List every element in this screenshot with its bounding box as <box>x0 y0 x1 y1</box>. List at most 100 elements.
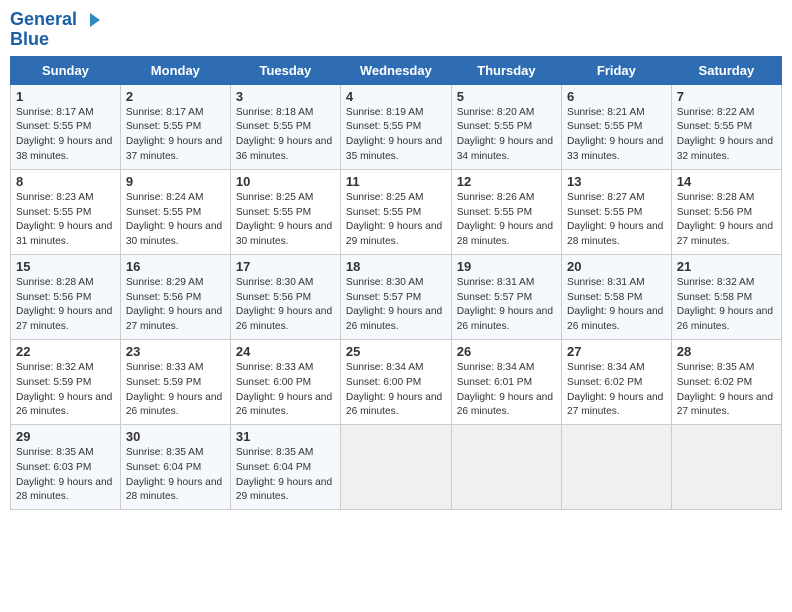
day-number: 25 <box>346 344 446 359</box>
day-info: Sunrise: 8:30 AMSunset: 5:57 PMDaylight:… <box>346 277 442 332</box>
weekday-wednesday: Wednesday <box>340 56 451 84</box>
weekday-monday: Monday <box>120 56 230 84</box>
calendar-cell: 14 Sunrise: 8:28 AMSunset: 5:56 PMDaylig… <box>671 169 781 254</box>
day-number: 27 <box>567 344 666 359</box>
calendar-cell: 23 Sunrise: 8:33 AMSunset: 5:59 PMDaylig… <box>120 339 230 424</box>
calendar-cell: 26 Sunrise: 8:34 AMSunset: 6:01 PMDaylig… <box>451 339 561 424</box>
calendar-cell: 10 Sunrise: 8:25 AMSunset: 5:55 PMDaylig… <box>230 169 340 254</box>
day-info: Sunrise: 8:30 AMSunset: 5:56 PMDaylight:… <box>236 277 332 332</box>
day-number: 31 <box>236 429 335 444</box>
calendar-cell <box>451 425 561 510</box>
day-info: Sunrise: 8:20 AMSunset: 5:55 PMDaylight:… <box>457 107 553 162</box>
calendar-cell: 20 Sunrise: 8:31 AMSunset: 5:58 PMDaylig… <box>562 254 672 339</box>
day-info: Sunrise: 8:28 AMSunset: 5:56 PMDaylight:… <box>16 277 112 332</box>
week-row-1: 1 Sunrise: 8:17 AMSunset: 5:55 PMDayligh… <box>11 84 782 169</box>
day-info: Sunrise: 8:23 AMSunset: 5:55 PMDaylight:… <box>16 192 112 247</box>
day-info: Sunrise: 8:35 AMSunset: 6:02 PMDaylight:… <box>677 362 773 417</box>
calendar-cell: 19 Sunrise: 8:31 AMSunset: 5:57 PMDaylig… <box>451 254 561 339</box>
day-number: 24 <box>236 344 335 359</box>
calendar-cell: 2 Sunrise: 8:17 AMSunset: 5:55 PMDayligh… <box>120 84 230 169</box>
weekday-friday: Friday <box>562 56 672 84</box>
day-number: 20 <box>567 259 666 274</box>
day-info: Sunrise: 8:19 AMSunset: 5:55 PMDaylight:… <box>346 107 442 162</box>
day-number: 5 <box>457 89 556 104</box>
weekday-header-row: SundayMondayTuesdayWednesdayThursdayFrid… <box>11 56 782 84</box>
day-number: 12 <box>457 174 556 189</box>
calendar-cell: 12 Sunrise: 8:26 AMSunset: 5:55 PMDaylig… <box>451 169 561 254</box>
week-row-5: 29 Sunrise: 8:35 AMSunset: 6:03 PMDaylig… <box>11 425 782 510</box>
day-number: 2 <box>126 89 225 104</box>
calendar-cell: 1 Sunrise: 8:17 AMSunset: 5:55 PMDayligh… <box>11 84 121 169</box>
logo: General Blue <box>10 10 102 50</box>
day-number: 6 <box>567 89 666 104</box>
day-info: Sunrise: 8:32 AMSunset: 5:59 PMDaylight:… <box>16 362 112 417</box>
day-info: Sunrise: 8:18 AMSunset: 5:55 PMDaylight:… <box>236 107 332 162</box>
day-number: 19 <box>457 259 556 274</box>
day-info: Sunrise: 8:35 AMSunset: 6:04 PMDaylight:… <box>236 447 332 502</box>
day-info: Sunrise: 8:34 AMSunset: 6:00 PMDaylight:… <box>346 362 442 417</box>
calendar-cell: 5 Sunrise: 8:20 AMSunset: 5:55 PMDayligh… <box>451 84 561 169</box>
calendar-cell: 11 Sunrise: 8:25 AMSunset: 5:55 PMDaylig… <box>340 169 451 254</box>
calendar-cell: 4 Sunrise: 8:19 AMSunset: 5:55 PMDayligh… <box>340 84 451 169</box>
day-number: 18 <box>346 259 446 274</box>
day-number: 26 <box>457 344 556 359</box>
day-info: Sunrise: 8:28 AMSunset: 5:56 PMDaylight:… <box>677 192 773 247</box>
calendar-cell: 16 Sunrise: 8:29 AMSunset: 5:56 PMDaylig… <box>120 254 230 339</box>
day-info: Sunrise: 8:25 AMSunset: 5:55 PMDaylight:… <box>346 192 442 247</box>
calendar-cell: 15 Sunrise: 8:28 AMSunset: 5:56 PMDaylig… <box>11 254 121 339</box>
day-number: 8 <box>16 174 115 189</box>
calendar-cell: 30 Sunrise: 8:35 AMSunset: 6:04 PMDaylig… <box>120 425 230 510</box>
day-number: 13 <box>567 174 666 189</box>
day-info: Sunrise: 8:29 AMSunset: 5:56 PMDaylight:… <box>126 277 222 332</box>
logo-blue: Blue <box>10 30 102 50</box>
day-info: Sunrise: 8:27 AMSunset: 5:55 PMDaylight:… <box>567 192 663 247</box>
day-number: 28 <box>677 344 776 359</box>
day-number: 4 <box>346 89 446 104</box>
calendar-cell: 25 Sunrise: 8:34 AMSunset: 6:00 PMDaylig… <box>340 339 451 424</box>
calendar-cell: 21 Sunrise: 8:32 AMSunset: 5:58 PMDaylig… <box>671 254 781 339</box>
calendar-cell: 22 Sunrise: 8:32 AMSunset: 5:59 PMDaylig… <box>11 339 121 424</box>
day-info: Sunrise: 8:26 AMSunset: 5:55 PMDaylight:… <box>457 192 553 247</box>
calendar-cell: 3 Sunrise: 8:18 AMSunset: 5:55 PMDayligh… <box>230 84 340 169</box>
calendar-cell: 9 Sunrise: 8:24 AMSunset: 5:55 PMDayligh… <box>120 169 230 254</box>
day-info: Sunrise: 8:22 AMSunset: 5:55 PMDaylight:… <box>677 107 773 162</box>
calendar-cell: 7 Sunrise: 8:22 AMSunset: 5:55 PMDayligh… <box>671 84 781 169</box>
day-number: 17 <box>236 259 335 274</box>
day-number: 3 <box>236 89 335 104</box>
calendar-cell <box>671 425 781 510</box>
day-number: 15 <box>16 259 115 274</box>
calendar-cell: 31 Sunrise: 8:35 AMSunset: 6:04 PMDaylig… <box>230 425 340 510</box>
day-info: Sunrise: 8:33 AMSunset: 5:59 PMDaylight:… <box>126 362 222 417</box>
calendar-cell: 24 Sunrise: 8:33 AMSunset: 6:00 PMDaylig… <box>230 339 340 424</box>
day-info: Sunrise: 8:24 AMSunset: 5:55 PMDaylight:… <box>126 192 222 247</box>
day-info: Sunrise: 8:33 AMSunset: 6:00 PMDaylight:… <box>236 362 332 417</box>
day-info: Sunrise: 8:17 AMSunset: 5:55 PMDaylight:… <box>126 107 222 162</box>
calendar-cell: 29 Sunrise: 8:35 AMSunset: 6:03 PMDaylig… <box>11 425 121 510</box>
day-number: 21 <box>677 259 776 274</box>
calendar-cell: 28 Sunrise: 8:35 AMSunset: 6:02 PMDaylig… <box>671 339 781 424</box>
day-info: Sunrise: 8:25 AMSunset: 5:55 PMDaylight:… <box>236 192 332 247</box>
day-info: Sunrise: 8:31 AMSunset: 5:57 PMDaylight:… <box>457 277 553 332</box>
calendar-cell: 6 Sunrise: 8:21 AMSunset: 5:55 PMDayligh… <box>562 84 672 169</box>
day-info: Sunrise: 8:21 AMSunset: 5:55 PMDaylight:… <box>567 107 663 162</box>
day-number: 22 <box>16 344 115 359</box>
day-number: 29 <box>16 429 115 444</box>
weekday-tuesday: Tuesday <box>230 56 340 84</box>
day-info: Sunrise: 8:31 AMSunset: 5:58 PMDaylight:… <box>567 277 663 332</box>
day-number: 9 <box>126 174 225 189</box>
day-number: 23 <box>126 344 225 359</box>
day-info: Sunrise: 8:34 AMSunset: 6:02 PMDaylight:… <box>567 362 663 417</box>
day-number: 7 <box>677 89 776 104</box>
calendar-cell: 8 Sunrise: 8:23 AMSunset: 5:55 PMDayligh… <box>11 169 121 254</box>
day-number: 30 <box>126 429 225 444</box>
day-info: Sunrise: 8:35 AMSunset: 6:03 PMDaylight:… <box>16 447 112 502</box>
day-number: 1 <box>16 89 115 104</box>
calendar-cell: 13 Sunrise: 8:27 AMSunset: 5:55 PMDaylig… <box>562 169 672 254</box>
week-row-2: 8 Sunrise: 8:23 AMSunset: 5:55 PMDayligh… <box>11 169 782 254</box>
day-number: 16 <box>126 259 225 274</box>
calendar-cell: 27 Sunrise: 8:34 AMSunset: 6:02 PMDaylig… <box>562 339 672 424</box>
day-info: Sunrise: 8:32 AMSunset: 5:58 PMDaylight:… <box>677 277 773 332</box>
day-info: Sunrise: 8:17 AMSunset: 5:55 PMDaylight:… <box>16 107 112 162</box>
logo-arrow-icon <box>84 11 102 29</box>
weekday-thursday: Thursday <box>451 56 561 84</box>
